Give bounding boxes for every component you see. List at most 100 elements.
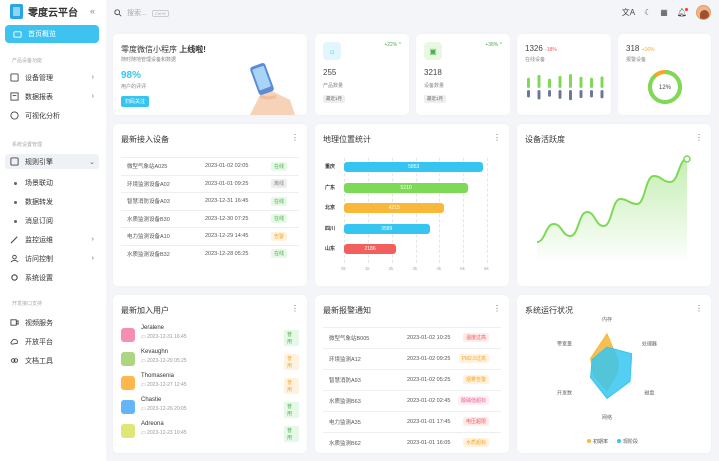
top-actions: 文A ☾ ▦ 🔔︎: [622, 5, 711, 20]
search-shortcut: Ctrl+K: [151, 9, 170, 17]
geo-card: 地理位置统计 ⋮ 0k 1k 2k 3k 4k 5k 6k 重庆 5853 广东 5210 北京 421…: [315, 124, 509, 286]
report-icon: [10, 92, 19, 101]
table-row[interactable]: 水质监测B63 2023-01-02 02:45 酸碱值超标: [323, 390, 501, 410]
y-tick-label: 四川: [325, 225, 336, 232]
rules-icon: [10, 157, 19, 166]
table-row[interactable]: 环境监测设备A02 2023-01-01 09:25 离线: [121, 174, 299, 192]
table-row[interactable]: 电力监测设备A10 2023-12-29 14:45 告警: [121, 227, 299, 244]
table-row[interactable]: 智慧消防A93 2023-01-02 05:25 烟雾告警: [323, 369, 501, 389]
alarm-devices-card: 318 +16% 报警设备 12%: [618, 34, 711, 115]
more-menu-icon[interactable]: ⋮: [695, 133, 703, 142]
table-row[interactable]: 水质监测设备B30 2023-12-30 07:25 在线: [121, 209, 299, 227]
x-tick-label: 1k: [364, 265, 370, 271]
collapse-sidebar-icon[interactable]: «: [90, 6, 95, 16]
user-role-badge: 普用: [284, 354, 299, 370]
alarm-time: 2023-01-02 09:25: [407, 355, 451, 362]
follow-button[interactable]: 扫码关注: [121, 96, 150, 107]
list-item[interactable]: Jeralene ▭ 2023-12-31 16:45 普用: [121, 325, 299, 346]
bell-icon[interactable]: 🔔︎: [677, 8, 688, 17]
translate-icon[interactable]: 文A: [622, 7, 635, 18]
user-avatar: [121, 328, 135, 342]
more-menu-icon[interactable]: ⋮: [291, 304, 299, 313]
table-row[interactable]: 水质监测设备B32 2023-12-28 05:25 在线: [121, 244, 299, 262]
device-time: 2023-12-31 16:45: [205, 198, 249, 204]
alarm-value: 318 +16%: [626, 44, 655, 53]
online-bar-top: [590, 77, 593, 88]
stat-delta: +22% ^: [384, 42, 401, 48]
sidebar-item-home[interactable]: 首页概览: [5, 25, 99, 43]
table-row[interactable]: 环境监测A12 2023-01-02 09:25 PM2.5过高: [323, 348, 501, 368]
list-item[interactable]: Chastie ▭ 2023-12-26 20:05 普用: [121, 397, 299, 418]
chevron-right-icon: ›: [91, 93, 94, 100]
theme-moon-icon[interactable]: ☾: [644, 8, 651, 17]
device-time: 2023-12-28 05:25: [205, 250, 249, 257]
list-item[interactable]: Kevaughn ▭ 2023-12-29 05:25 普用: [121, 349, 299, 370]
sidebar-item-monitor[interactable]: 监控运维 ›: [10, 232, 98, 247]
bar[interactable]: 3589: [344, 223, 430, 234]
legend-marker: [617, 439, 621, 443]
radar-axis-label: 开发数: [557, 390, 572, 397]
list-item[interactable]: Adreona ▭ 2023-12-23 10:45 普用: [121, 421, 299, 442]
bar[interactable]: 4215: [344, 203, 445, 213]
x-tick-label: 4k: [436, 265, 442, 271]
sidebar-item-open[interactable]: 开放平台: [10, 334, 98, 349]
last-point-marker[interactable]: [683, 155, 691, 163]
list-item[interactable]: Thomasenia ▭ 2023-12-27 12:45 普用: [121, 373, 299, 394]
sidebar-item-label: 系统设置: [25, 274, 53, 282]
table-row[interactable]: 微型气象站B005 2023-01-02 10:25 温度过高: [323, 327, 501, 347]
alarm-value-text: 318: [626, 44, 640, 53]
user-role-badge: 普用: [284, 402, 299, 418]
alarm-time: 2023-01-02 10:25: [407, 334, 451, 341]
bar[interactable]: 5210: [344, 182, 469, 193]
device-name: 水质监测设备B32: [127, 251, 170, 258]
sidebar-sub-scene[interactable]: 场景联动: [14, 178, 53, 188]
chevron-right-icon: ›: [91, 236, 94, 243]
welcome-title-text: 零度微信小程序: [121, 45, 177, 54]
more-menu-icon[interactable]: ⋮: [695, 304, 703, 313]
online-bar-top: [600, 76, 604, 88]
more-menu-icon[interactable]: ⋮: [291, 133, 299, 142]
legend-label: 初期率: [593, 438, 608, 445]
status-badge: 告警: [270, 231, 287, 241]
alarm-device: 水质监测B63: [329, 398, 361, 405]
device-name: 水质监测设备B30: [127, 216, 170, 223]
tools-icon: [10, 236, 18, 244]
sidebar-sub-label: 消息订阅: [25, 218, 53, 225]
table-row[interactable]: 智慧消防设备A03 2023-12-31 16:45 在线: [121, 192, 299, 209]
user-name: Adreona: [141, 421, 164, 427]
user-avatar: [121, 376, 135, 390]
sidebar-item-docs[interactable]: 文档工具: [10, 353, 98, 368]
sidebar-item-devices[interactable]: 设备管理 ›: [10, 70, 98, 85]
user-role-badge: 普用: [284, 330, 299, 346]
search-box[interactable]: 搜索... Ctrl+K: [114, 8, 170, 18]
sidebar-item-reports[interactable]: 数据报表 ›: [10, 89, 98, 104]
stat-label: 产品数量: [323, 83, 344, 89]
grid-line: [463, 158, 465, 263]
user-time: ▭ 2023-12-27 12:45: [141, 382, 187, 388]
table-row[interactable]: 电力监测A35 2023-01-01 17:45 电压超限: [323, 411, 501, 431]
user-avatar: [121, 400, 135, 414]
stat-period-badge: 最近1月: [323, 95, 346, 103]
sidebar-item-access[interactable]: 访问控制 ›: [10, 251, 98, 266]
sidebar-sub-subscribe[interactable]: 消息订阅: [14, 216, 53, 226]
sidebar-item-video[interactable]: 视频服务: [10, 315, 98, 330]
user-avatar[interactable]: [696, 5, 711, 20]
sidebar-item-label: 数据报表: [25, 93, 53, 101]
bar[interactable]: 5853: [344, 162, 484, 172]
y-tick-label: 北京: [325, 205, 336, 211]
bar[interactable]: 2186: [344, 244, 397, 254]
alarm-badge: 温度过高: [462, 333, 489, 342]
x-tick-label: 3k: [412, 265, 418, 271]
app-logo[interactable]: 零度云平台: [10, 4, 78, 19]
radar-axis-label: 内存: [602, 316, 612, 323]
table-row[interactable]: 水质监测B62 2023-01-01 16:05 水质超标: [323, 432, 501, 452]
table-row[interactable]: 微型气象站A025 2023-01-02 02:05 在线: [121, 157, 299, 174]
more-menu-icon[interactable]: ⋮: [493, 304, 501, 313]
sidebar-item-visual[interactable]: 可视化分析: [10, 108, 98, 123]
sidebar-item-rules[interactable]: 规则引擎 ⌄: [5, 154, 99, 169]
online-label: 在线设备: [525, 57, 546, 63]
user-time-text: 2023-12-31 16:45: [147, 334, 187, 340]
sidebar-sub-forward[interactable]: 数据转发: [14, 197, 53, 207]
sidebar-item-settings[interactable]: 系统设置: [10, 270, 98, 285]
apps-grid-icon[interactable]: ▦: [660, 8, 668, 17]
